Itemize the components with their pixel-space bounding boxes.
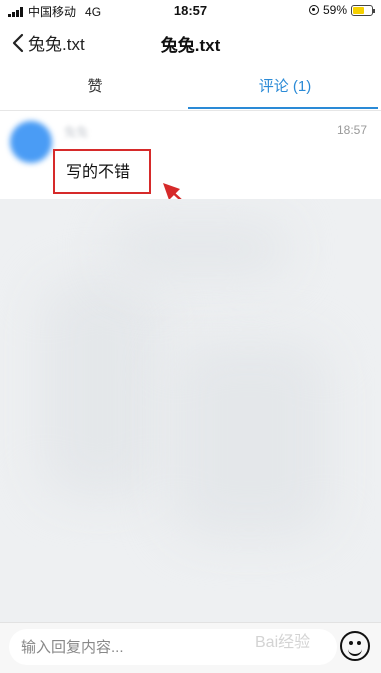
- blurred-content-area: [0, 199, 381, 622]
- status-right: 59%: [308, 3, 375, 17]
- nav-bar: 兔兔.txt 兔兔.txt: [0, 20, 381, 64]
- emoji-eye-right: [357, 641, 361, 645]
- rotation-lock-icon: [308, 5, 319, 15]
- battery-icon: [351, 4, 375, 16]
- comment-user-name: 兔兔: [64, 125, 89, 139]
- emoji-eye-left: [349, 641, 353, 645]
- tab-likes[interactable]: 赞: [0, 64, 190, 110]
- reply-bar: [0, 622, 381, 673]
- page-title: 兔兔.txt: [160, 36, 221, 55]
- comment-time: 18:57: [336, 123, 367, 137]
- battery-percent: 59%: [322, 3, 347, 17]
- tab-bar: 赞 评论 (1): [0, 64, 381, 111]
- avatar[interactable]: [10, 121, 52, 163]
- status-bar: 中国移动 4G 18:57 59%: [0, 0, 381, 20]
- tab-comments[interactable]: 评论 (1): [190, 64, 380, 110]
- highlight-box: [53, 149, 151, 194]
- active-tab-indicator: [188, 107, 378, 109]
- emoji-button[interactable]: [340, 631, 370, 661]
- emoji-mouth: [348, 647, 362, 656]
- watermark: Bai经验: [255, 634, 311, 651]
- battery-fill: [353, 6, 364, 14]
